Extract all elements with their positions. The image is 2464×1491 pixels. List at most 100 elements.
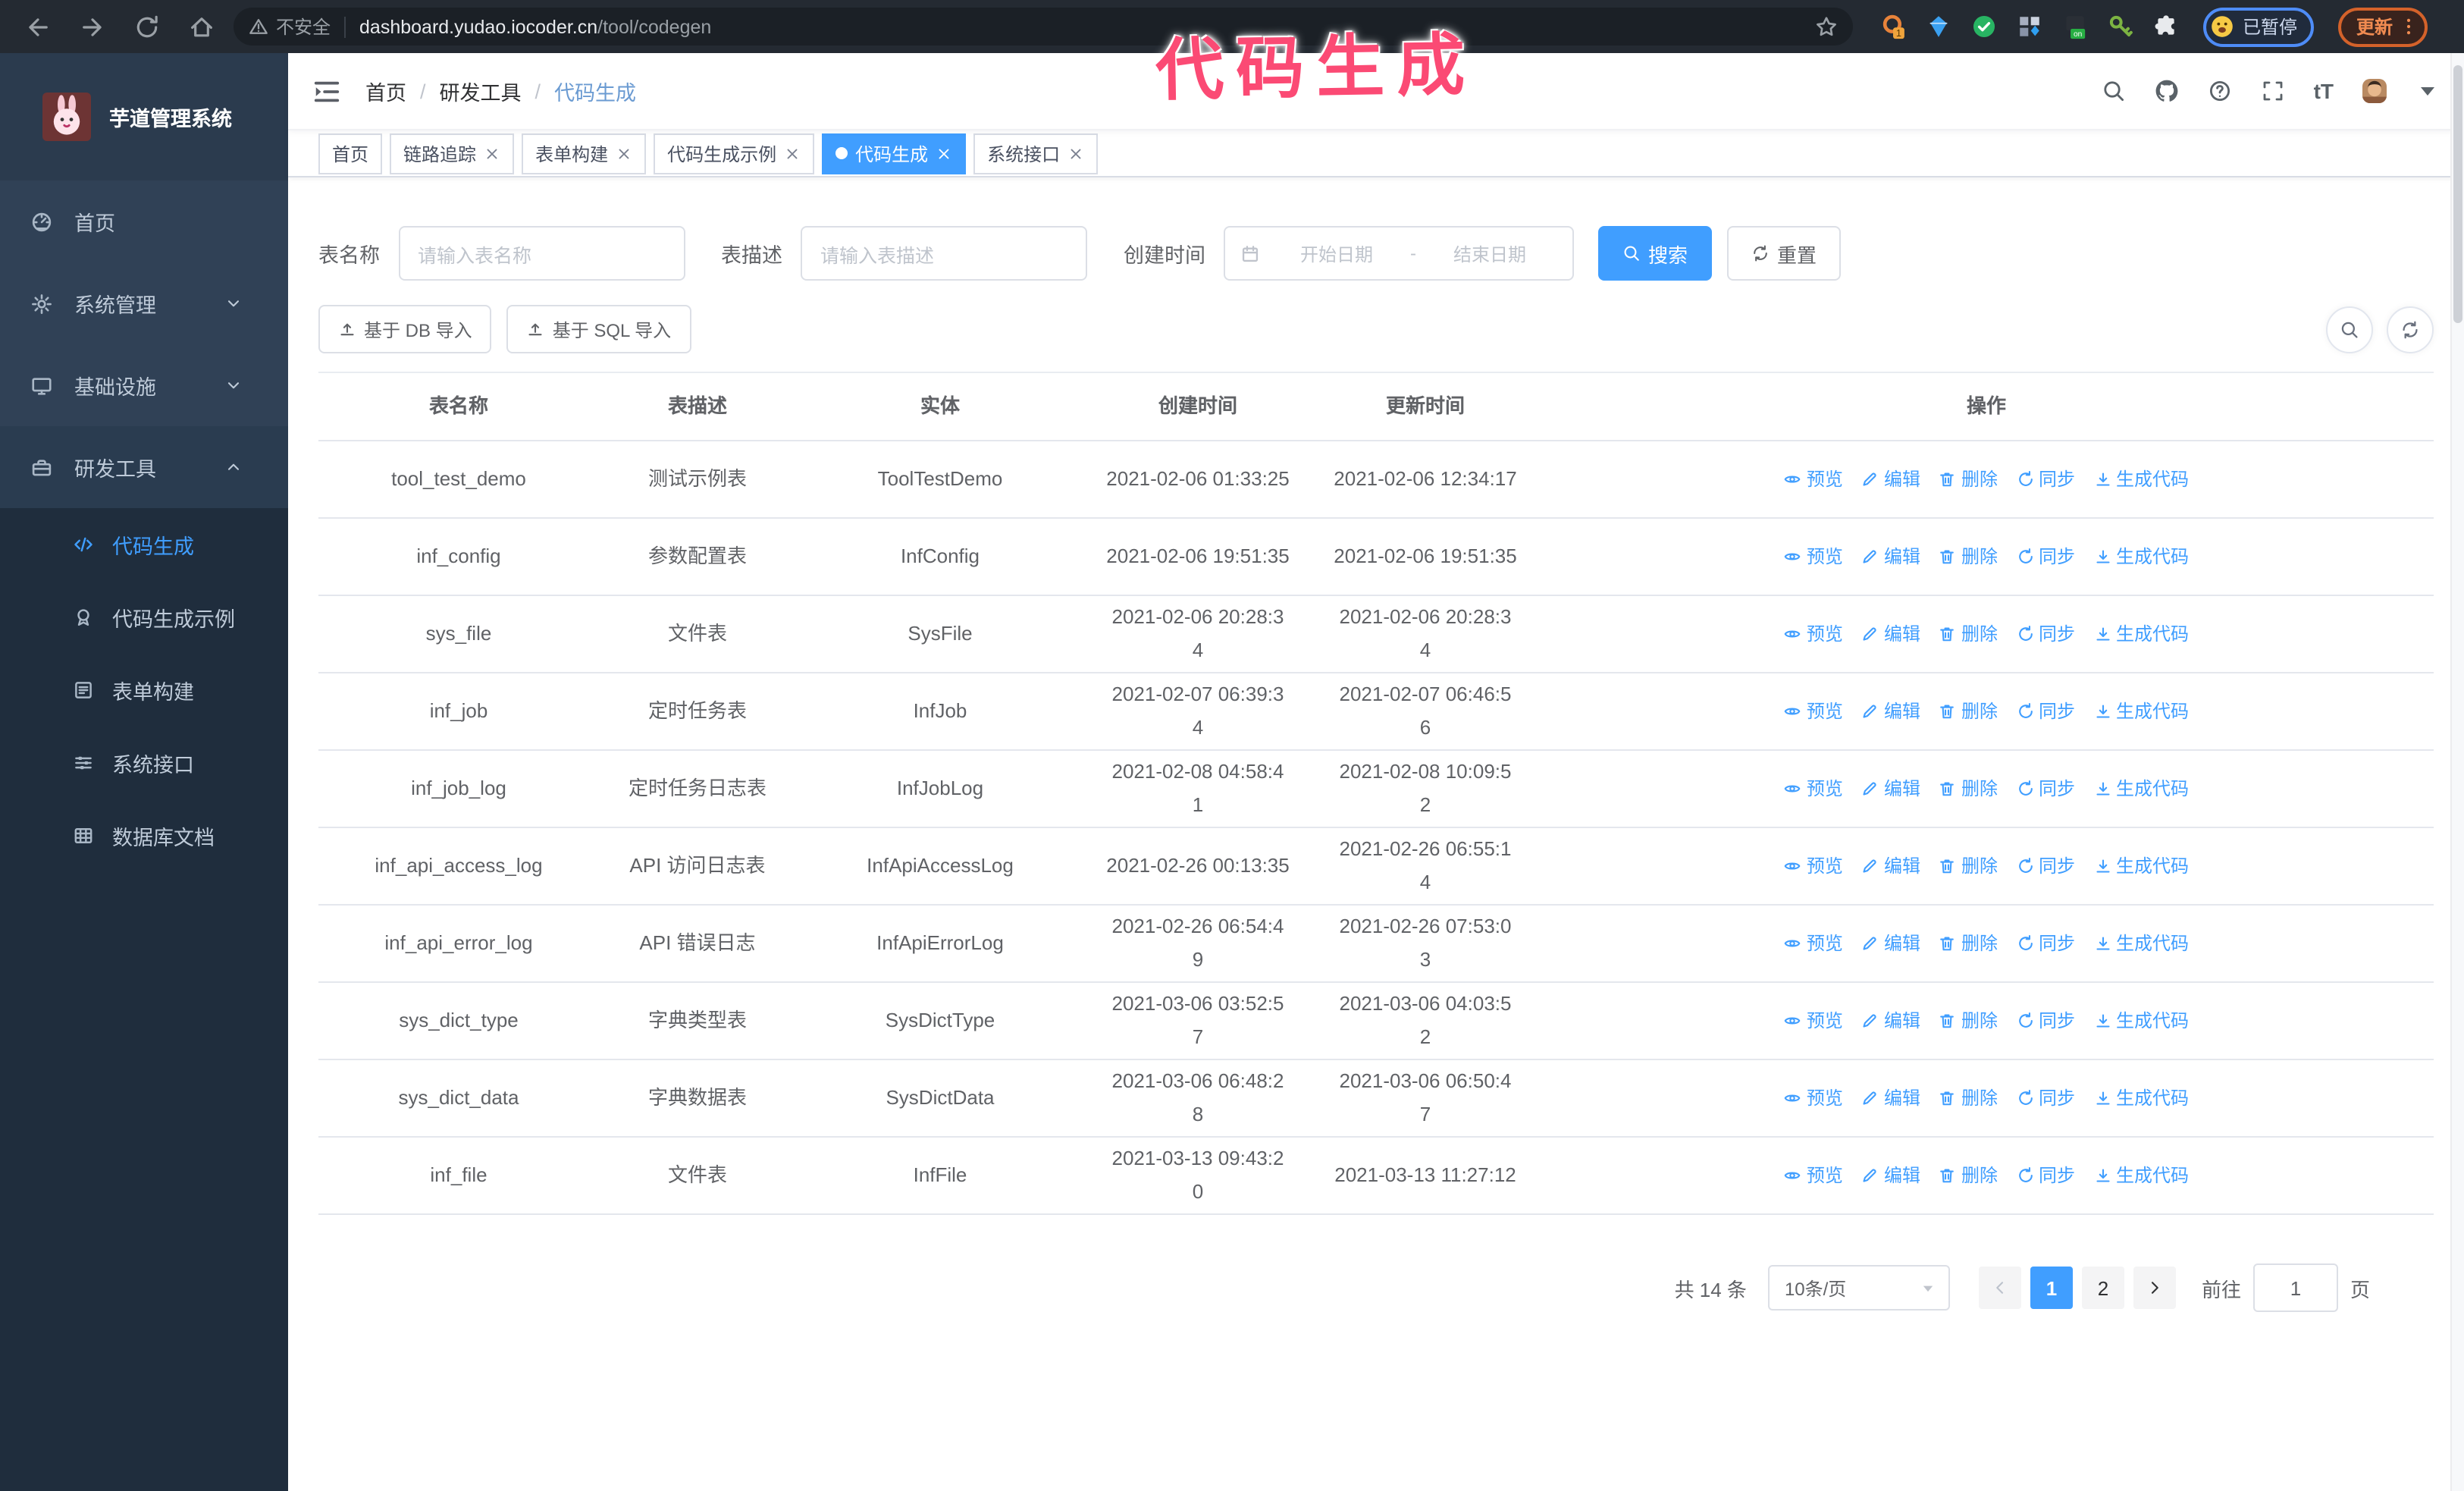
action-link[interactable]: 删除 xyxy=(1939,772,1998,805)
action-link[interactable]: 生成代码 xyxy=(2093,927,2189,960)
close-icon[interactable] xyxy=(784,145,801,162)
fullscreen-icon[interactable] xyxy=(2261,79,2285,103)
sidebar-subitem[interactable]: 系统接口 xyxy=(0,727,288,799)
action-link[interactable]: 删除 xyxy=(1939,617,1998,651)
action-link[interactable]: 预览 xyxy=(1784,695,1843,728)
action-link[interactable]: 生成代码 xyxy=(2093,1004,2189,1037)
action-link[interactable]: 生成代码 xyxy=(2093,1159,2189,1192)
prev-page-button[interactable] xyxy=(1978,1267,2021,1309)
action-link[interactable]: 删除 xyxy=(1939,1081,1998,1115)
app-logo[interactable]: 芋道管理系统 xyxy=(0,53,288,180)
action-link[interactable]: 生成代码 xyxy=(2093,540,2189,573)
view-tab[interactable]: 代码生成示例 xyxy=(654,133,815,174)
sidebar-subitem[interactable]: 代码生成 xyxy=(0,508,288,581)
extension-grid-icon[interactable] xyxy=(2017,14,2042,39)
action-link[interactable]: 同步 xyxy=(2016,1159,2075,1192)
action-link[interactable]: 预览 xyxy=(1784,1081,1843,1115)
close-icon[interactable] xyxy=(616,145,632,162)
goto-page-input[interactable] xyxy=(2252,1263,2338,1312)
action-link[interactable]: 预览 xyxy=(1784,849,1843,883)
action-link[interactable]: 编辑 xyxy=(1861,695,1920,728)
sidebar-subitem[interactable]: 表单构建 xyxy=(0,654,288,727)
bookmark-star-icon[interactable] xyxy=(1815,15,1838,38)
action-link[interactable]: 编辑 xyxy=(1861,1159,1920,1192)
sidebar-item-toolbox[interactable]: 研发工具 xyxy=(0,426,288,508)
browser-reload-icon[interactable] xyxy=(133,13,161,40)
sidebar-subitem[interactable]: 数据库文档 xyxy=(0,799,288,872)
action-link[interactable]: 同步 xyxy=(2016,772,2075,805)
sidebar-item-monitor[interactable]: 基础设施 xyxy=(0,344,288,426)
action-link[interactable]: 同步 xyxy=(2016,617,2075,651)
refresh-table-button[interactable] xyxy=(2387,306,2434,353)
action-link[interactable]: 生成代码 xyxy=(2093,849,2189,883)
close-icon[interactable] xyxy=(936,145,952,162)
user-menu-caret-icon[interactable] xyxy=(2415,79,2440,103)
action-link[interactable]: 删除 xyxy=(1939,927,1998,960)
table-name-input[interactable]: 请输入表名称 xyxy=(398,226,685,281)
action-link[interactable]: 生成代码 xyxy=(2093,695,2189,728)
browser-back-icon[interactable] xyxy=(24,13,52,40)
action-link[interactable]: 预览 xyxy=(1784,1159,1843,1192)
sql-import-button[interactable]: 基于 SQL 导入 xyxy=(506,305,691,353)
header-search-icon[interactable] xyxy=(2102,79,2126,103)
breadcrumb-home[interactable]: 首页 xyxy=(365,76,406,106)
toggle-search-button[interactable] xyxy=(2326,306,2373,353)
action-link[interactable]: 预览 xyxy=(1784,927,1843,960)
view-tab[interactable]: 系统接口 xyxy=(973,133,1099,174)
view-tab[interactable]: 代码生成 xyxy=(822,133,967,174)
view-tab[interactable]: 表单构建 xyxy=(522,133,647,174)
action-link[interactable]: 同步 xyxy=(2016,1081,2075,1115)
browser-forward-icon[interactable] xyxy=(79,13,106,40)
close-icon[interactable] xyxy=(484,145,500,162)
view-tab[interactable]: 首页 xyxy=(318,133,383,174)
breadcrumb-tools[interactable]: 研发工具 xyxy=(440,76,522,106)
action-link[interactable]: 同步 xyxy=(2016,463,2075,496)
extension-orange-icon[interactable]: 1 xyxy=(1880,14,1906,39)
action-link[interactable]: 同步 xyxy=(2016,695,2075,728)
next-page-button[interactable] xyxy=(2133,1267,2176,1309)
user-avatar[interactable] xyxy=(2362,79,2387,103)
action-link[interactable]: 同步 xyxy=(2016,927,2075,960)
action-link[interactable]: 删除 xyxy=(1939,540,1998,573)
table-desc-input[interactable]: 请输入表描述 xyxy=(801,226,1087,281)
action-link[interactable]: 删除 xyxy=(1939,849,1998,883)
extension-key-icon[interactable] xyxy=(2108,14,2133,39)
chrome-update-chip[interactable]: 更新 xyxy=(2338,7,2428,46)
help-icon[interactable] xyxy=(2208,79,2232,103)
page-button-1[interactable]: 1 xyxy=(2030,1267,2073,1309)
page-scrollbar[interactable] xyxy=(2450,53,2464,1491)
action-link[interactable]: 同步 xyxy=(2016,1004,2075,1037)
sidebar-item-gear[interactable]: 系统管理 xyxy=(0,262,288,344)
action-link[interactable]: 同步 xyxy=(2016,849,2075,883)
extension-check-icon[interactable] xyxy=(1971,14,1997,39)
action-link[interactable]: 编辑 xyxy=(1861,772,1920,805)
action-link[interactable]: 编辑 xyxy=(1861,463,1920,496)
close-icon[interactable] xyxy=(1067,145,1084,162)
browser-home-icon[interactable] xyxy=(188,13,215,40)
scrollbar-thumb[interactable] xyxy=(2453,65,2462,323)
action-link[interactable]: 生成代码 xyxy=(2093,617,2189,651)
search-button[interactable]: 搜索 xyxy=(1598,226,1713,281)
action-link[interactable]: 删除 xyxy=(1939,1159,1998,1192)
action-link[interactable]: 生成代码 xyxy=(2093,463,2189,496)
action-link[interactable]: 编辑 xyxy=(1861,540,1920,573)
action-link[interactable]: 删除 xyxy=(1939,463,1998,496)
address-bar[interactable]: 不安全 dashboard.yudao.iocoder.cn/tool/code… xyxy=(234,8,1853,46)
db-import-button[interactable]: 基于 DB 导入 xyxy=(318,305,492,353)
profile-sync-paused-chip[interactable]: 已暂停 xyxy=(2203,7,2315,46)
page-button-2[interactable]: 2 xyxy=(2081,1267,2124,1309)
action-link[interactable]: 删除 xyxy=(1939,695,1998,728)
action-link[interactable]: 预览 xyxy=(1784,772,1843,805)
action-link[interactable]: 编辑 xyxy=(1861,849,1920,883)
extension-on-icon[interactable]: on xyxy=(2062,14,2088,39)
extension-gem-icon[interactable] xyxy=(1926,14,1951,39)
browser-menu-dots-icon[interactable] xyxy=(2399,17,2419,36)
text-size-icon[interactable]: tT xyxy=(2314,79,2334,103)
page-size-select[interactable]: 10条/页 xyxy=(1767,1265,1950,1311)
date-range-input[interactable]: 开始日期 - 结束日期 xyxy=(1224,226,1574,281)
action-link[interactable]: 预览 xyxy=(1784,463,1843,496)
action-link[interactable]: 编辑 xyxy=(1861,1004,1920,1037)
action-link[interactable]: 预览 xyxy=(1784,617,1843,651)
action-link[interactable]: 生成代码 xyxy=(2093,1081,2189,1115)
action-link[interactable]: 生成代码 xyxy=(2093,772,2189,805)
